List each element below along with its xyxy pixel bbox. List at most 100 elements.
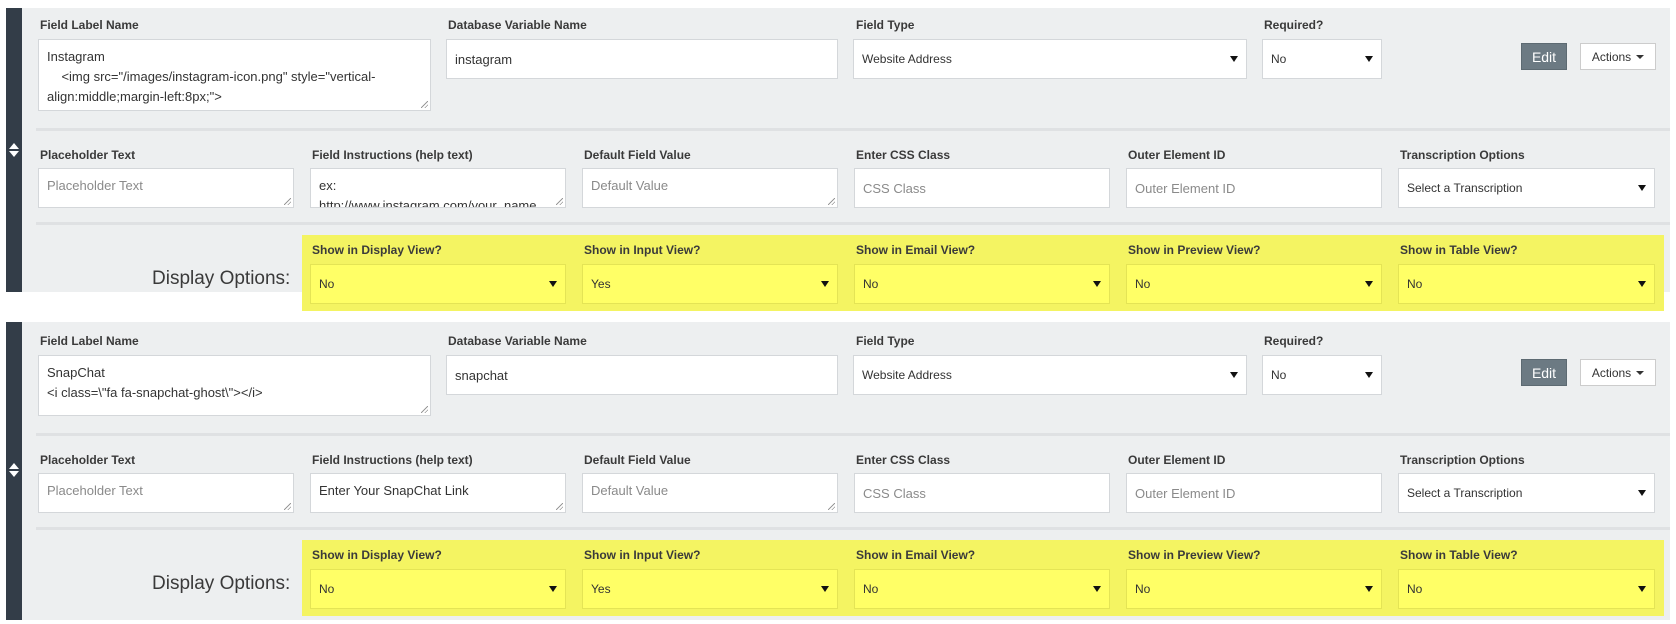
caret-down-icon (1636, 370, 1645, 375)
chevron-down-icon (1638, 490, 1646, 496)
preview-view-value: No (1135, 277, 1151, 291)
outer-element-id-label: Outer Element ID (1128, 148, 1226, 162)
placeholder-text-label: Placeholder Text (40, 148, 136, 162)
field-label-name-label: Field Label Name (40, 334, 139, 348)
display-view-value: No (319, 277, 335, 291)
required-label: Required? (1264, 18, 1324, 32)
email-view-value: No (863, 277, 879, 291)
enter-css-class-label: Enter CSS Class (856, 148, 951, 162)
actions-button[interactable]: Actions (1580, 359, 1656, 386)
email-view-select[interactable]: No (854, 264, 1110, 304)
chevron-down-icon (1365, 281, 1373, 287)
chevron-down-icon (1365, 56, 1373, 62)
table-view-value: No (1407, 277, 1423, 291)
field-instructions-label: Field Instructions (help text) (312, 148, 473, 162)
preview-view-select[interactable]: No (1126, 569, 1382, 609)
table-view-select[interactable]: No (1398, 264, 1655, 304)
outer-element-id-input[interactable]: Outer Element ID (1126, 168, 1382, 208)
chevron-down-icon (549, 586, 557, 592)
drag-handle[interactable] (6, 322, 22, 620)
required-select[interactable]: No (1262, 355, 1382, 395)
transcription-value: Select a Transcription (1407, 486, 1523, 500)
enter-css-class-label: Enter CSS Class (856, 453, 951, 467)
css-class-input[interactable]: CSS Class (854, 168, 1110, 208)
field-type-value: Website Address (862, 52, 952, 66)
input-view-select[interactable]: Yes (582, 569, 838, 609)
divider (36, 222, 1670, 225)
display-view-select[interactable]: No (310, 264, 566, 304)
database-variable-name-input[interactable]: snapchat (446, 355, 838, 395)
email-view-select[interactable]: No (854, 569, 1110, 609)
field-instructions-label: Field Instructions (help text) (312, 453, 473, 467)
chevron-down-icon (1230, 56, 1238, 62)
display-options-selects: No Yes No No No (302, 540, 1664, 616)
table-view-value: No (1407, 582, 1423, 596)
transcription-select[interactable]: Select a Transcription (1398, 473, 1655, 513)
caret-down-icon (1636, 54, 1645, 59)
preview-view-select[interactable]: No (1126, 264, 1382, 304)
default-field-value-label: Default Field Value (584, 148, 691, 162)
transcription-select[interactable]: Select a Transcription (1398, 168, 1655, 208)
chevron-down-icon (821, 586, 829, 592)
edit-button[interactable]: Edit (1521, 43, 1567, 70)
field-type-label: Field Type (856, 334, 915, 348)
chevron-down-icon (821, 281, 829, 287)
field-label-name-label: Field Label Name (40, 18, 139, 32)
field-type-select[interactable]: Website Address (853, 355, 1247, 395)
actions-label: Actions (1591, 49, 1632, 64)
transcription-options-label: Transcription Options (1400, 148, 1525, 162)
field-type-value: Website Address (862, 368, 952, 382)
display-view-value: No (319, 582, 335, 596)
outer-element-id-label: Outer Element ID (1128, 453, 1226, 467)
sort-arrows-icon (9, 143, 19, 157)
chevron-down-icon (1638, 185, 1646, 191)
field-type-label: Field Type (856, 18, 915, 32)
sort-arrows-icon (9, 463, 19, 477)
transcription-options-label: Transcription Options (1400, 453, 1525, 467)
chevron-down-icon (1365, 372, 1373, 378)
chevron-down-icon (549, 281, 557, 287)
field-label-name-textarea[interactable]: SnapChat <i class=\"fa fa-snapchat-ghost… (38, 355, 431, 416)
placeholder-text-textarea[interactable]: Placeholder Text (38, 168, 294, 208)
chevron-down-icon (1093, 586, 1101, 592)
input-view-value: Yes (591, 277, 611, 291)
actions-button[interactable]: Actions (1580, 43, 1656, 70)
divider (36, 128, 1670, 131)
chevron-down-icon (1230, 372, 1238, 378)
transcription-value: Select a Transcription (1407, 181, 1523, 195)
default-field-value-label: Default Field Value (584, 453, 691, 467)
required-value: No (1271, 368, 1287, 382)
divider (36, 527, 1670, 530)
chevron-down-icon (1093, 281, 1101, 287)
database-variable-name-label: Database Variable Name (448, 18, 587, 32)
chevron-down-icon (1638, 586, 1646, 592)
default-field-value-textarea[interactable]: Default Value (582, 168, 838, 208)
default-field-value-textarea[interactable]: Default Value (582, 473, 838, 513)
display-options-heading: Display Options: (152, 268, 291, 289)
required-label: Required? (1264, 334, 1324, 348)
input-view-select[interactable]: Yes (582, 264, 838, 304)
placeholder-text-textarea[interactable]: Placeholder Text (38, 473, 294, 513)
chevron-down-icon (1365, 586, 1373, 592)
field-instructions-textarea[interactable]: ex: http://www.instagram.com/your_name (310, 168, 566, 208)
field-label-name-textarea[interactable]: Instagram <img src="/images/instagram-ic… (38, 39, 431, 111)
actions-label: Actions (1591, 365, 1632, 380)
placeholder-text-label: Placeholder Text (40, 453, 136, 467)
table-view-select[interactable]: No (1398, 569, 1655, 609)
email-view-value: No (863, 582, 879, 596)
display-view-select[interactable]: No (310, 569, 566, 609)
chevron-down-icon (1638, 281, 1646, 287)
required-select[interactable]: No (1262, 39, 1382, 79)
field-type-select[interactable]: Website Address (853, 39, 1247, 79)
edit-button[interactable]: Edit (1521, 359, 1567, 386)
drag-handle[interactable] (6, 8, 22, 292)
outer-element-id-input[interactable]: Outer Element ID (1126, 473, 1382, 513)
field-instructions-textarea[interactable]: Enter Your SnapChat Link (310, 473, 566, 513)
database-variable-name-input[interactable]: instagram (446, 39, 838, 79)
required-value: No (1271, 52, 1287, 66)
input-view-value: Yes (591, 582, 611, 596)
display-options-heading: Display Options: (152, 573, 291, 594)
css-class-input[interactable]: CSS Class (854, 473, 1110, 513)
preview-view-value: No (1135, 582, 1151, 596)
divider (36, 433, 1670, 436)
